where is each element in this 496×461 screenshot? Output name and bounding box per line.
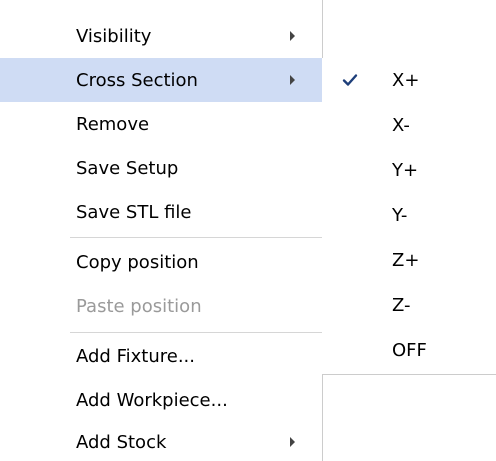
- menu-item-label: Add Stock: [76, 431, 167, 453]
- checkmark-icon: [342, 74, 358, 86]
- submenu-item-label: Y-: [392, 204, 408, 226]
- menu-item-label: Paste position: [76, 295, 202, 317]
- menu-item-remove[interactable]: Remove: [0, 102, 322, 146]
- submenu-item-label: Y+: [392, 159, 419, 181]
- menu-item-label: Add Workpiece...: [76, 389, 228, 411]
- context-menu-screen: Visibility Cross Section Remove Save Set…: [0, 0, 496, 461]
- menu-item-paste-position: Paste position: [0, 284, 322, 328]
- submenu-item-x-plus[interactable]: X+: [322, 58, 496, 102]
- menu-item-copy-position[interactable]: Copy position: [0, 240, 322, 284]
- submenu-item-y-minus[interactable]: Y-: [322, 193, 496, 237]
- submenu-item-label: X-: [392, 114, 410, 136]
- menu-item-label: Add Fixture...: [76, 345, 195, 367]
- submenu-item-z-minus[interactable]: Z-: [322, 283, 496, 327]
- menu-item-add-workpiece[interactable]: Add Workpiece...: [0, 378, 322, 422]
- submenu-item-label: OFF: [392, 339, 427, 361]
- menu-item-save-stl-file[interactable]: Save STL file: [0, 190, 322, 234]
- menu-item-label: Save Setup: [76, 157, 179, 179]
- context-menu: Visibility Cross Section Remove Save Set…: [0, 0, 323, 461]
- submenu-item-label: Z+: [392, 249, 420, 271]
- menu-item-save-setup[interactable]: Save Setup: [0, 146, 322, 190]
- submenu-item-off[interactable]: OFF: [322, 328, 496, 372]
- menu-item-visibility[interactable]: Visibility: [0, 14, 322, 58]
- cross-section-submenu: X+ X- Y+ Y- Z+ Z- OFF: [322, 58, 496, 375]
- submenu-item-y-plus[interactable]: Y+: [322, 148, 496, 192]
- menu-item-label: Visibility: [76, 25, 152, 47]
- submenu-item-label: X+: [392, 69, 420, 91]
- submenu-arrow-icon: [290, 437, 295, 447]
- submenu-item-label: Z-: [392, 294, 411, 316]
- menu-item-label: Remove: [76, 113, 150, 135]
- menu-separator: [70, 332, 322, 333]
- menu-item-label: Copy position: [76, 251, 199, 273]
- menu-separator: [70, 237, 322, 238]
- menu-item-cross-section[interactable]: Cross Section: [0, 58, 322, 102]
- menu-item-label: Cross Section: [76, 69, 198, 91]
- submenu-arrow-icon: [290, 31, 295, 41]
- submenu-arrow-icon: [290, 75, 295, 85]
- menu-item-add-stock[interactable]: Add Stock: [0, 420, 322, 461]
- menu-item-add-fixture[interactable]: Add Fixture...: [0, 334, 322, 378]
- submenu-item-x-minus[interactable]: X-: [322, 103, 496, 147]
- submenu-item-z-plus[interactable]: Z+: [322, 238, 496, 282]
- menu-item-label: Save STL file: [76, 201, 192, 223]
